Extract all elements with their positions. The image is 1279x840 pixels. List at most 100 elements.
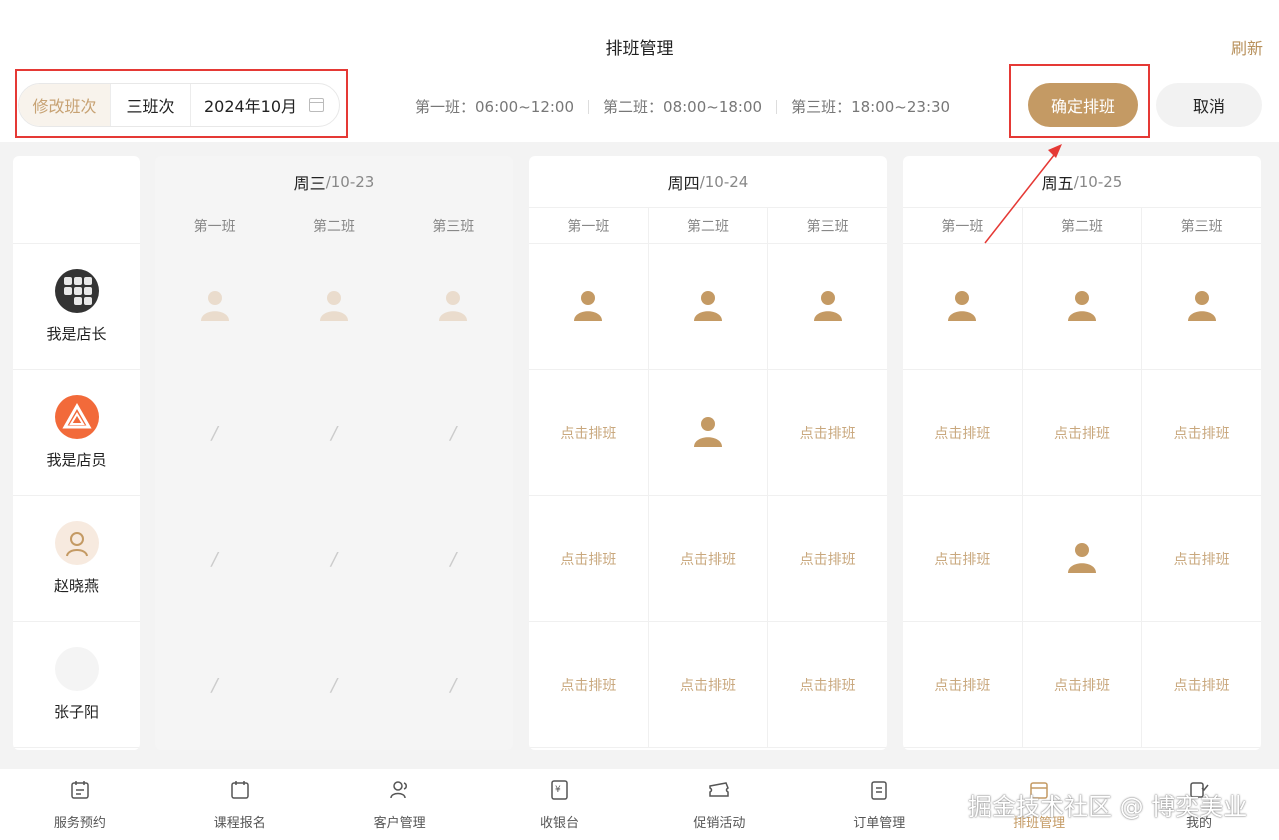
schedule-row: / / / <box>155 496 513 622</box>
nav-item-calendar-list[interactable]: 服务预约 <box>0 769 160 840</box>
schedule-cell[interactable]: 点击排班 <box>529 622 649 748</box>
schedule-cell[interactable]: 点击排班 <box>903 496 1023 622</box>
schedule-cell[interactable]: 点击排班 <box>903 370 1023 496</box>
assign-shift-label: 点击排班 <box>560 425 617 442</box>
schedule-page: 排班管理 刷新 修改班次 三班次 2024年10月 第一班：06:00~12:0… <box>0 0 1279 840</box>
shift-header: 第一班 第二班 第三班 <box>903 207 1261 244</box>
schedule-cell[interactable] <box>1022 244 1143 370</box>
unavailable-mark: / <box>450 422 457 444</box>
assign-shift-label: 点击排班 <box>1173 425 1230 442</box>
schedule-cell[interactable]: 点击排班 <box>768 622 887 748</box>
schedule-cell[interactable] <box>648 370 769 496</box>
schedule-cell[interactable]: 点击排班 <box>648 622 769 748</box>
schedule-cell[interactable]: 点击排班 <box>1142 370 1261 496</box>
schedule-cell[interactable] <box>1142 244 1261 370</box>
schedule-cell[interactable]: 点击排班 <box>1142 496 1261 622</box>
unavailable-mark: / <box>211 674 218 696</box>
woman-icon <box>65 532 88 557</box>
users-icon <box>388 778 412 806</box>
schedule-cell[interactable]: 点击排班 <box>1022 622 1143 748</box>
avatar <box>54 269 99 313</box>
shift-header: 第一班 第二班 第三班 <box>529 207 887 244</box>
schedule-cell[interactable] <box>648 244 769 370</box>
nav-item-clipboard[interactable]: 订单管理 <box>799 769 959 840</box>
schedule-cell[interactable]: 点击排班 <box>529 496 649 622</box>
schedule-cell[interactable]: 点击排班 <box>529 370 649 496</box>
divider <box>588 99 590 114</box>
schedule-cell[interactable]: 点击排班 <box>768 370 887 496</box>
calendar-icon <box>228 778 252 806</box>
assign-shift-label: 点击排班 <box>560 551 617 568</box>
day-column: 周四/10-24 第一班 第二班 第三班 点击排班 点击排班 点击排班 点击排班 点击排班 点击排… <box>529 156 887 750</box>
cashier-icon: ¥ <box>548 778 572 806</box>
schedule-cell <box>155 244 274 370</box>
schedule-cell[interactable]: 点击排班 <box>1142 622 1261 748</box>
schedule-cell: / <box>274 496 393 622</box>
person-icon <box>945 288 979 326</box>
schedule-cell[interactable] <box>529 244 649 370</box>
schedule-cell: / <box>155 496 274 622</box>
staff-column: 我是店长 我是店员 赵晓燕 张子阳 <box>13 156 140 750</box>
schedule-cell[interactable]: 点击排班 <box>648 496 769 622</box>
schedule-cell[interactable] <box>903 244 1023 370</box>
ticket-icon <box>707 778 731 806</box>
assign-shift-label: 点击排班 <box>799 551 856 568</box>
schedule-cell[interactable]: 点击排班 <box>1022 370 1143 496</box>
nav-label: 客户管理 <box>373 816 426 831</box>
staff-row: 我是店员 <box>13 370 140 496</box>
staff-row: 赵晓燕 <box>13 496 140 622</box>
date-label: /10-23 <box>325 172 375 191</box>
assign-shift-label: 点击排班 <box>1173 551 1230 568</box>
schedule-row <box>155 244 513 370</box>
shift-name: 第三班 <box>1142 207 1261 244</box>
schedule-row: 点击排班 点击排班 <box>903 496 1261 622</box>
assign-shift-label: 点击排班 <box>799 677 856 694</box>
svg-text:¥: ¥ <box>555 785 561 795</box>
staff-row: 我是店长 <box>13 244 140 370</box>
unavailable-mark: / <box>450 548 457 570</box>
schedule-row: / / / <box>155 622 513 748</box>
weekday-label: 周三 <box>293 173 326 193</box>
shift-time-1: 第一班：06:00~12:00 <box>415 98 575 116</box>
assign-shift-label: 点击排班 <box>680 551 736 568</box>
avatar <box>54 395 99 439</box>
shift-name: 第三班 <box>432 218 475 235</box>
unavailable-mark: / <box>211 548 218 570</box>
nav-item-users[interactable]: 客户管理 <box>320 769 480 840</box>
schedule-cell[interactable] <box>1022 496 1143 622</box>
schedule-cell: / <box>394 370 513 496</box>
shift-header: 第一班 第二班 第三班 <box>155 207 513 244</box>
day-header: 周五/10-25 <box>903 156 1261 207</box>
shift-name: 第二班 <box>312 218 355 235</box>
schedule-row: 点击排班 点击排班 点击排班 <box>529 496 887 622</box>
schedule-cell: / <box>394 622 513 748</box>
assign-shift-label: 点击排班 <box>1173 677 1230 694</box>
assign-shift-label: 点击排班 <box>934 551 991 568</box>
header: 排班管理 刷新 修改班次 三班次 2024年10月 第一班：06:00~12:0… <box>0 0 1279 142</box>
staff-name: 我是店长 <box>46 325 107 343</box>
person-icon <box>198 288 232 326</box>
assign-shift-label: 点击排班 <box>560 677 617 694</box>
avatar <box>54 521 99 565</box>
schedule-cell: / <box>155 370 274 496</box>
assign-shift-label: 点击排班 <box>680 677 736 694</box>
assign-shift-label: 点击排班 <box>934 677 991 694</box>
nav-label: 服务预约 <box>53 816 106 831</box>
nav-item-ticket[interactable]: 促销活动 <box>640 769 800 840</box>
schedule-cell[interactable]: 点击排班 <box>903 622 1023 748</box>
page-title: 排班管理 <box>605 39 674 59</box>
staff-row: 张子阳 <box>13 622 140 748</box>
cancel-button[interactable]: 取消 <box>1156 83 1262 127</box>
schedule-cell[interactable]: 点击排班 <box>768 496 887 622</box>
shift-time-2: 第二班：08:00~18:00 <box>603 98 763 116</box>
weekday-label: 周五 <box>1041 173 1074 193</box>
nav-item-cashier[interactable]: ¥ 收银台 <box>480 769 640 840</box>
schedule-cell[interactable] <box>768 244 887 370</box>
unavailable-mark: / <box>330 422 338 444</box>
nav-label: 订单管理 <box>853 816 906 831</box>
assign-shift-label: 点击排班 <box>934 425 991 442</box>
refresh-button[interactable]: 刷新 <box>1231 35 1263 59</box>
day-header: 周四/10-24 <box>529 156 887 207</box>
schedule-cell <box>274 244 393 370</box>
nav-item-calendar[interactable]: 课程报名 <box>160 769 320 840</box>
